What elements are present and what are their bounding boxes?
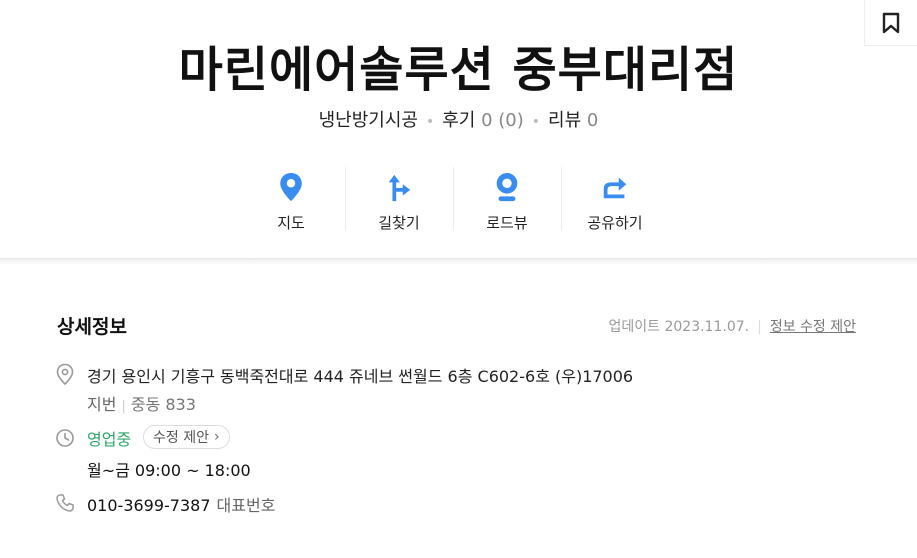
map-button[interactable]: 지도 (237, 165, 345, 233)
business-hours: 월~금 09:00 ~ 18:00 (87, 461, 251, 480)
map-label: 지도 (277, 214, 305, 232)
roadview-button[interactable]: 로드뷰 (453, 165, 561, 233)
roadview-icon (496, 172, 518, 202)
place-title: 마린에어솔루션 중부대리점 (178, 42, 739, 98)
phone-icon (56, 494, 74, 512)
share-icon (603, 177, 627, 199)
clock-icon (56, 429, 74, 447)
directions-label: 길찾기 (378, 214, 420, 232)
chevron-right-icon: › (213, 429, 220, 445)
share-label: 공유하기 (587, 214, 643, 232)
phone-type: 대표번호 (216, 496, 276, 515)
blog-reviews-link[interactable]: 리뷰 0 (548, 110, 598, 131)
open-status: 영업중 (87, 430, 132, 449)
suggest-edit-link[interactable]: 정보 수정 제안 (770, 319, 856, 335)
place-summary: 냉난방기시공 • 후기 0 (0) • 리뷰 0 (318, 110, 599, 131)
detail-meta: 업데이트 2023.11.07. | 정보 수정 제안 (608, 319, 857, 335)
share-button[interactable]: 공유하기 (561, 165, 669, 233)
action-bar: 지도 길찾기 로드뷰 공유하기 (237, 165, 669, 233)
location-icon (56, 363, 74, 385)
hours-suggest-chip[interactable]: 수정 제안 › (143, 425, 230, 449)
map-pin-icon (280, 172, 302, 202)
section-divider (0, 258, 917, 264)
directions-icon (388, 174, 411, 202)
address-text: 경기 용인시 기흥구 동백죽전대로 444 쥬네브 썬월드 6층 C602-6호… (87, 367, 634, 386)
detail-section-title: 상세정보 (57, 316, 127, 338)
roadview-label: 로드뷰 (486, 214, 528, 232)
directions-button[interactable]: 길찾기 (345, 165, 453, 233)
phone-number[interactable]: 010-3699-7387 (87, 496, 211, 515)
reviews-link[interactable]: 후기 0 (0) (442, 110, 524, 131)
jibun-address: 지번 | 중동 833 (87, 395, 196, 414)
phone-row: 010-3699-7387 대표번호 (87, 492, 275, 516)
category-label: 냉난방기시공 (318, 110, 418, 131)
updated-date: 업데이트 2023.11.07. (608, 319, 750, 335)
